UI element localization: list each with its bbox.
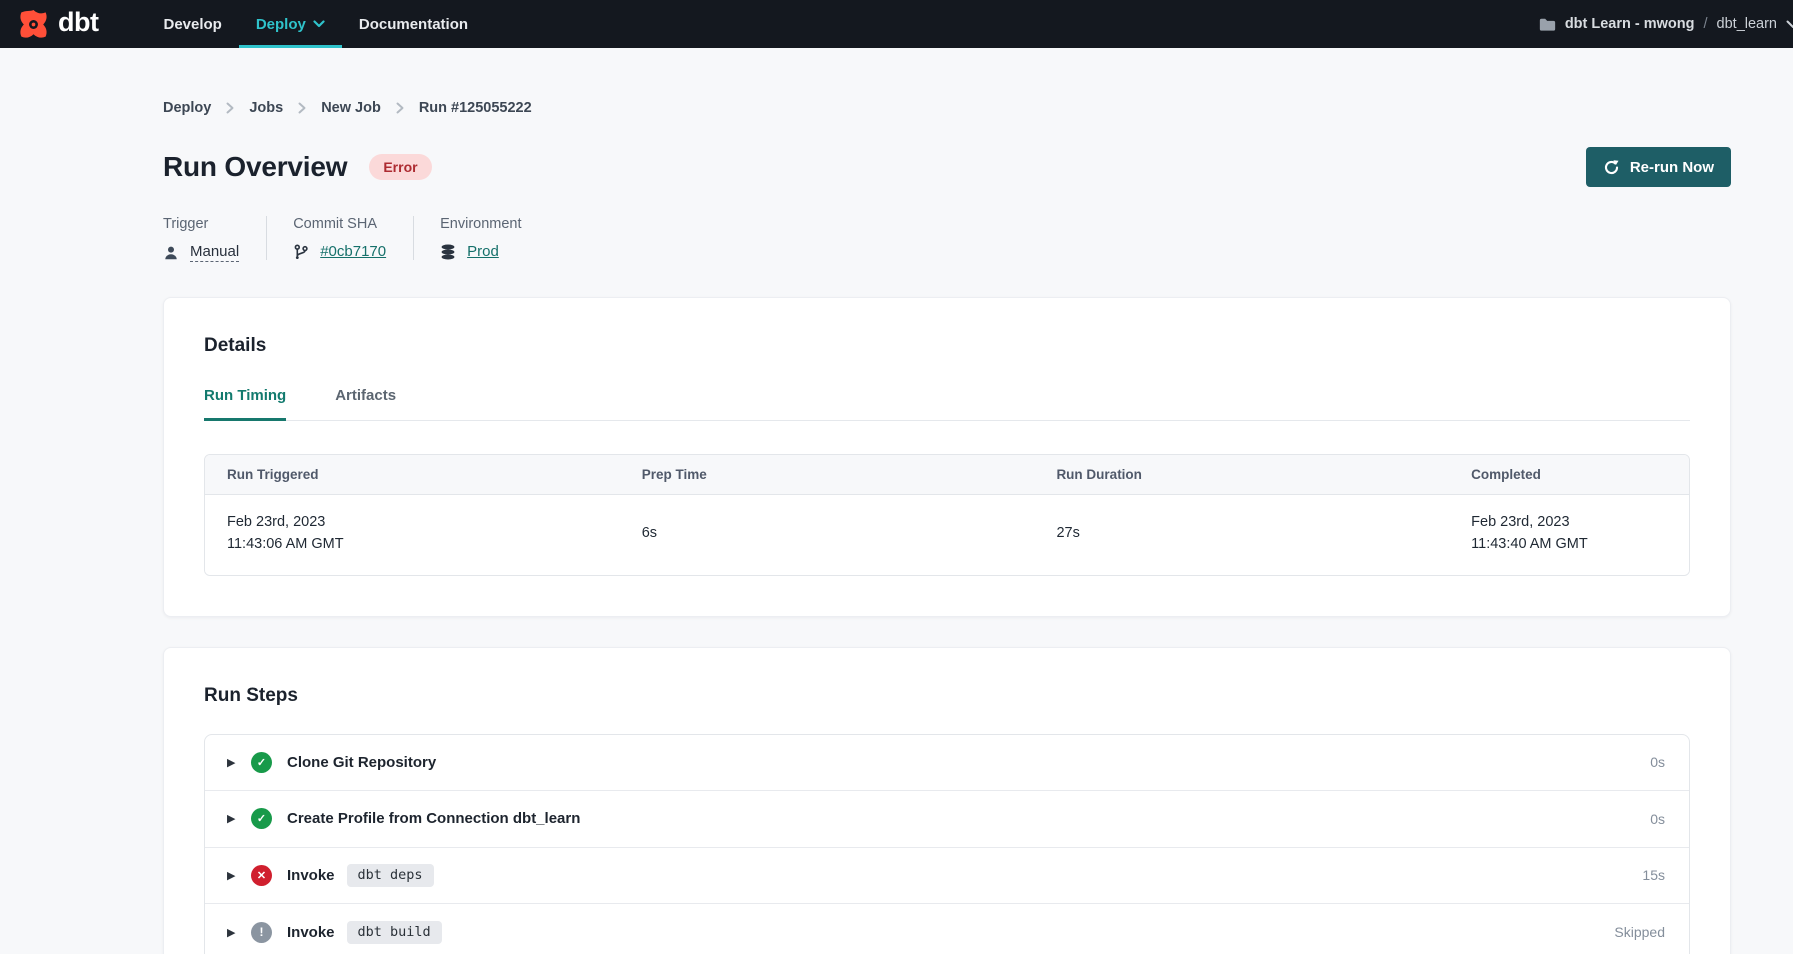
nav-item-label: Develop [163,16,221,33]
breadcrumb-run-id: Run #125055222 [419,100,532,116]
col-run-triggered: Run Triggered [227,467,642,482]
workspace-switcher[interactable]: dbt Learn - mwong / dbt_learn [1539,0,1793,48]
table-header-row: Run Triggered Prep Time Run Duration Com… [205,455,1689,495]
breadcrumb-jobs[interactable]: Jobs [249,100,283,116]
chevron-right-icon [226,102,234,114]
step-duration: 0s [1650,754,1665,770]
status-badge: Error [369,154,431,180]
step-label: Clone Git Repository [287,754,436,771]
step-duration: Skipped [1614,924,1665,940]
refresh-icon [1603,159,1620,176]
dbt-logo-icon [18,9,49,40]
step-duration: 0s [1650,811,1665,827]
brand-wordmark: dbt [58,7,98,41]
chevron-down-icon [1786,20,1793,29]
workspace-account: dbt Learn - mwong [1565,16,1695,32]
title-row: Run Overview Error Re-run Now [163,147,1731,187]
step-create-profile[interactable]: ▶ ✓ Create Profile from Connection dbt_l… [205,791,1689,848]
col-prep-time: Prep Time [642,467,1057,482]
person-icon [163,245,179,261]
tab-run-timing[interactable]: Run Timing [204,387,286,421]
meta-trigger: Trigger Manual [163,216,266,262]
page-title: Run Overview [163,151,347,183]
nav-item-develop[interactable]: Develop [146,0,238,48]
error-icon: ✕ [251,865,272,886]
run-timing-table: Run Triggered Prep Time Run Duration Com… [204,454,1690,576]
commit-sha-link[interactable]: #0cb7170 [320,243,386,260]
caret-right-icon[interactable]: ▶ [227,756,251,769]
completed-value: Feb 23rd, 2023 11:43:40 AM GMT [1471,512,1667,556]
chevron-right-icon [298,102,306,114]
run-triggered-value: Feb 23rd, 2023 11:43:06 AM GMT [227,512,642,556]
details-tabs: Run Timing Artifacts [204,387,1690,421]
col-completed: Completed [1471,467,1667,482]
meta-commit-sha: Commit SHA #0cb7170 [266,216,413,260]
caret-right-icon[interactable]: ▶ [227,812,251,825]
run-steps-title: Run Steps [204,685,1690,707]
breadcrumb: Deploy Jobs New Job Run #125055222 [163,48,1731,116]
primary-nav: Develop Deploy Documentation [146,0,485,48]
step-label: Create Profile from Connection dbt_learn [287,810,580,827]
nav-item-label: Deploy [256,16,306,33]
nav-item-label: Documentation [359,16,468,33]
prep-time-value: 6s [642,523,1057,545]
meta-trigger-label: Trigger [163,216,239,232]
run-steps-list: ▶ ✓ Clone Git Repository 0s ▶ ✓ Create P… [204,734,1690,954]
dbt-logo[interactable]: dbt [18,0,98,48]
run-steps-card: Run Steps ▶ ✓ Clone Git Repository 0s ▶ … [163,647,1731,954]
top-nav: dbt Develop Deploy Documentation dbt Lea… [0,0,1793,48]
rerun-now-button[interactable]: Re-run Now [1586,147,1731,187]
details-title: Details [204,335,1690,357]
folder-icon [1539,17,1556,32]
database-icon [440,244,456,260]
nav-item-documentation[interactable]: Documentation [342,0,485,48]
page-body: Deploy Jobs New Job Run #125055222 Run O… [0,48,1793,954]
success-icon: ✓ [251,808,272,829]
nav-item-deploy[interactable]: Deploy [239,0,342,48]
tab-artifacts[interactable]: Artifacts [335,387,396,421]
col-run-duration: Run Duration [1056,467,1471,482]
rerun-now-label: Re-run Now [1630,159,1714,176]
step-invoke-dbt-build[interactable]: ▶ ! Invoke dbt build Skipped [205,904,1689,954]
details-card: Details Run Timing Artifacts Run Trigger… [163,297,1731,617]
workspace-separator: / [1704,16,1708,32]
skipped-icon: ! [251,922,272,943]
table-row: Feb 23rd, 2023 11:43:06 AM GMT 6s 27s Fe… [205,495,1689,575]
trigger-value[interactable]: Manual [190,243,239,262]
success-icon: ✓ [251,752,272,773]
step-label: Invoke [287,924,335,941]
step-invoke-dbt-deps[interactable]: ▶ ✕ Invoke dbt deps 15s [205,848,1689,905]
step-label: Invoke [287,867,335,884]
step-clone-git-repository[interactable]: ▶ ✓ Clone Git Repository 0s [205,735,1689,792]
environment-link[interactable]: Prod [467,243,499,260]
caret-right-icon[interactable]: ▶ [227,926,251,939]
git-branch-icon [293,244,309,260]
command-chip: dbt build [347,921,442,944]
breadcrumb-new-job[interactable]: New Job [321,100,381,116]
step-duration: 15s [1642,867,1665,883]
chevron-right-icon [396,102,404,114]
breadcrumb-deploy[interactable]: Deploy [163,100,211,116]
meta-environment-label: Environment [440,216,521,232]
run-meta: Trigger Manual Commit SHA #0cb7170 [163,216,1731,262]
command-chip: dbt deps [347,864,434,887]
workspace-project: dbt_learn [1717,16,1777,32]
caret-right-icon[interactable]: ▶ [227,869,251,882]
chevron-down-icon [313,20,325,28]
meta-environment: Environment Prod [413,216,548,260]
run-duration-value: 27s [1056,523,1471,545]
meta-commit-label: Commit SHA [293,216,386,232]
